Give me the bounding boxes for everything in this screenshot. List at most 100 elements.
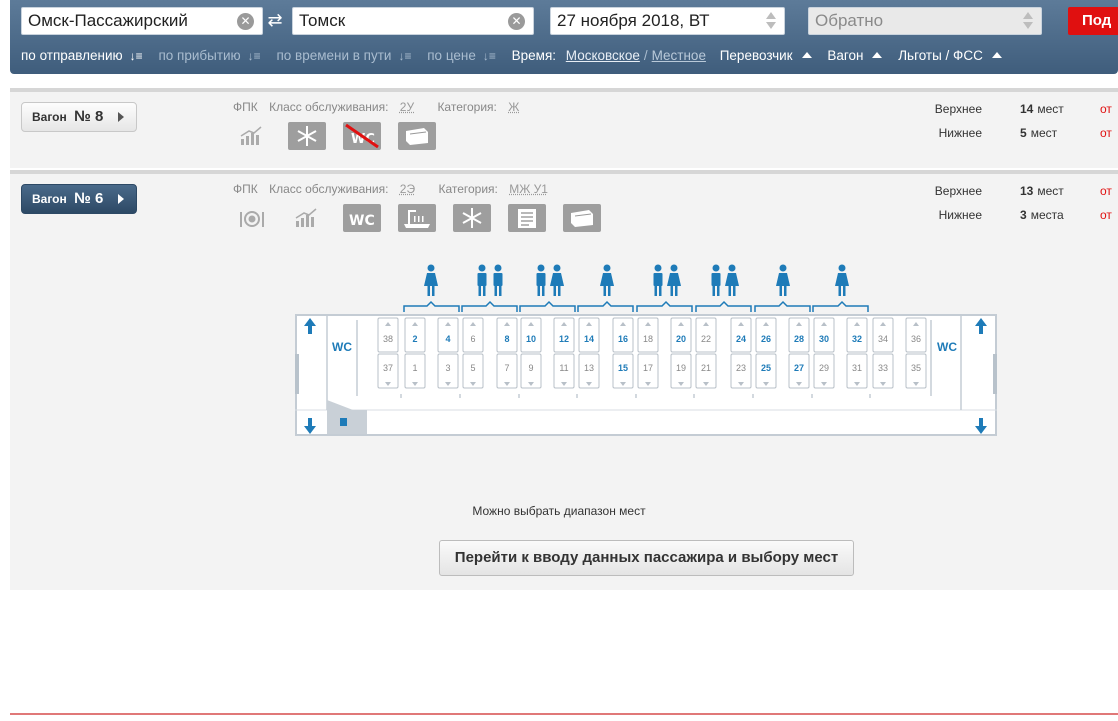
service-class-value[interactable]: 2Э — [400, 182, 415, 196]
return-date-input[interactable]: Обратно — [808, 7, 1042, 35]
seat-20[interactable]: 20 — [671, 318, 691, 352]
seat-number: 13 — [584, 363, 594, 373]
seat-16[interactable]: 16 — [613, 318, 633, 352]
compartment-bracket — [404, 302, 459, 312]
seat-number: 34 — [878, 334, 888, 344]
dining-icon — [233, 204, 271, 232]
seat-15[interactable]: 15 — [613, 354, 633, 388]
triangle-up-icon — [872, 52, 882, 58]
seats-summary: Верхнее 14 мест от Нижнее 5 мест от — [910, 102, 1118, 150]
seat-37: 37 — [378, 354, 398, 388]
seat-number: 10 — [526, 334, 536, 344]
lower-label: Нижнее — [939, 126, 982, 140]
seat-32[interactable]: 32 — [847, 318, 867, 352]
wagon-meta: ФПК Класс обслуживания: 2Э Категория: МЖ… — [233, 182, 564, 196]
seat-1: 1 — [405, 354, 425, 388]
time-local-link[interactable]: Местное — [652, 48, 706, 63]
play-arrow-icon — [118, 194, 124, 204]
compartment-3 — [520, 265, 575, 313]
sort-by-departure-label: по отправлению — [21, 48, 123, 63]
seat-number: 27 — [794, 363, 804, 373]
carrier-filter[interactable]: Перевозчик — [720, 48, 818, 63]
upper-label: Верхнее — [935, 102, 982, 116]
to-station-value: Томск — [299, 11, 345, 30]
seat-24[interactable]: 24 — [731, 318, 751, 352]
carrier-name: ФПК — [233, 182, 258, 196]
seat-33: 33 — [873, 354, 893, 388]
snowflake-icon — [453, 204, 491, 232]
seat-number: 11 — [559, 363, 568, 373]
compartment-bracket — [696, 302, 751, 312]
female-icon — [725, 265, 739, 297]
sort-by-arrival[interactable]: по прибытию ↓≡ — [158, 48, 266, 63]
newspaper-icon — [508, 204, 546, 232]
date-input[interactable]: 27 ноября 2018, ВТ — [550, 7, 785, 35]
svg-text:WC: WC — [349, 213, 375, 229]
seat-26[interactable]: 26 — [756, 318, 776, 352]
seat-18: 18 — [638, 318, 658, 352]
lower-count: 5 мест — [1020, 126, 1057, 140]
sort-bar: по отправлению ↓≡ по прибытию ↓≡ по времен… — [21, 48, 1014, 63]
wc-icon: WC — [343, 204, 381, 232]
seat-2[interactable]: 2 — [405, 318, 425, 352]
seat-number: 2 — [412, 334, 417, 344]
time-moscow-link[interactable]: Московское — [566, 48, 640, 63]
sink-icon — [398, 204, 436, 232]
compartment-8 — [813, 265, 868, 313]
seat-number: 25 — [761, 363, 771, 373]
wagon-filter[interactable]: Вагон — [827, 48, 888, 63]
seat-number: 1 — [412, 363, 417, 373]
search-submit-button[interactable]: Под — [1068, 7, 1118, 35]
seat-19: 19 — [671, 354, 691, 388]
seat-13: 13 — [579, 354, 599, 388]
compartment-bracket — [755, 302, 810, 312]
seat-number: 19 — [676, 363, 686, 373]
continue-button[interactable]: Перейти к вводу данных пассажира и выбор… — [439, 540, 854, 576]
compartment-6 — [696, 265, 751, 313]
category-value[interactable]: Ж — [508, 100, 519, 114]
swap-stations-icon[interactable]: ⇄ — [262, 10, 288, 30]
clear-to-icon[interactable]: ✕ — [508, 13, 525, 30]
return-date-spinner-icon[interactable] — [1022, 11, 1034, 31]
seat-10[interactable]: 10 — [521, 318, 541, 352]
benefits-filter[interactable]: Льготы / ФСС — [898, 48, 1008, 63]
time-separator: / — [644, 48, 648, 63]
range-hint: Можно выбрать диапазон мест — [0, 504, 1118, 518]
wc-label-right: WC — [937, 340, 957, 354]
category-value[interactable]: МЖ У1 — [509, 182, 548, 196]
date-spinner-icon[interactable] — [765, 11, 777, 31]
wagon-button[interactable]: Вагон № 8 — [21, 102, 137, 132]
seat-30[interactable]: 30 — [814, 318, 834, 352]
seat-number: 17 — [643, 363, 653, 373]
compartment-1 — [404, 265, 459, 313]
seat-12[interactable]: 12 — [554, 318, 574, 352]
seat-25[interactable]: 25 — [756, 354, 776, 388]
seat-number: 33 — [878, 363, 888, 373]
seat-number: 15 — [618, 363, 628, 373]
compartment-bracket — [813, 302, 868, 312]
sort-by-price[interactable]: по цене ↓≡ — [427, 48, 502, 63]
seat-14[interactable]: 14 — [579, 318, 599, 352]
service-class-value[interactable]: 2У — [400, 100, 414, 114]
seat-27[interactable]: 27 — [789, 354, 809, 388]
benefits-filter-label: Льготы / ФСС — [898, 48, 983, 63]
triangle-up-icon — [992, 52, 1002, 58]
wagon-button[interactable]: Вагон № 6 — [21, 184, 137, 214]
to-station-input[interactable]: Томск ✕ — [292, 7, 534, 35]
compartment-gender-icons — [0, 258, 1118, 318]
seat-7: 7 — [497, 354, 517, 388]
seat-number: 8 — [504, 334, 509, 344]
seat-28[interactable]: 28 — [789, 318, 809, 352]
from-station-input[interactable]: Омск-Пассажирский ✕ — [21, 7, 263, 35]
sort-by-travel-time[interactable]: по времени в пути ↓≡ — [276, 48, 417, 63]
sort-desc-icon: ↓≡ — [130, 49, 143, 63]
seat-36: 36 — [906, 318, 926, 352]
sort-by-departure[interactable]: по отправлению ↓≡ — [21, 48, 149, 63]
seat-8[interactable]: 8 — [497, 318, 517, 352]
lower-count-value: 3 — [1020, 208, 1027, 222]
return-date-placeholder: Обратно — [815, 11, 883, 30]
clear-from-icon[interactable]: ✕ — [237, 13, 254, 30]
seat-4[interactable]: 4 — [438, 318, 458, 352]
upper-seats-row: Верхнее 14 мест от — [910, 102, 1118, 126]
seat-3: 3 — [438, 354, 458, 388]
